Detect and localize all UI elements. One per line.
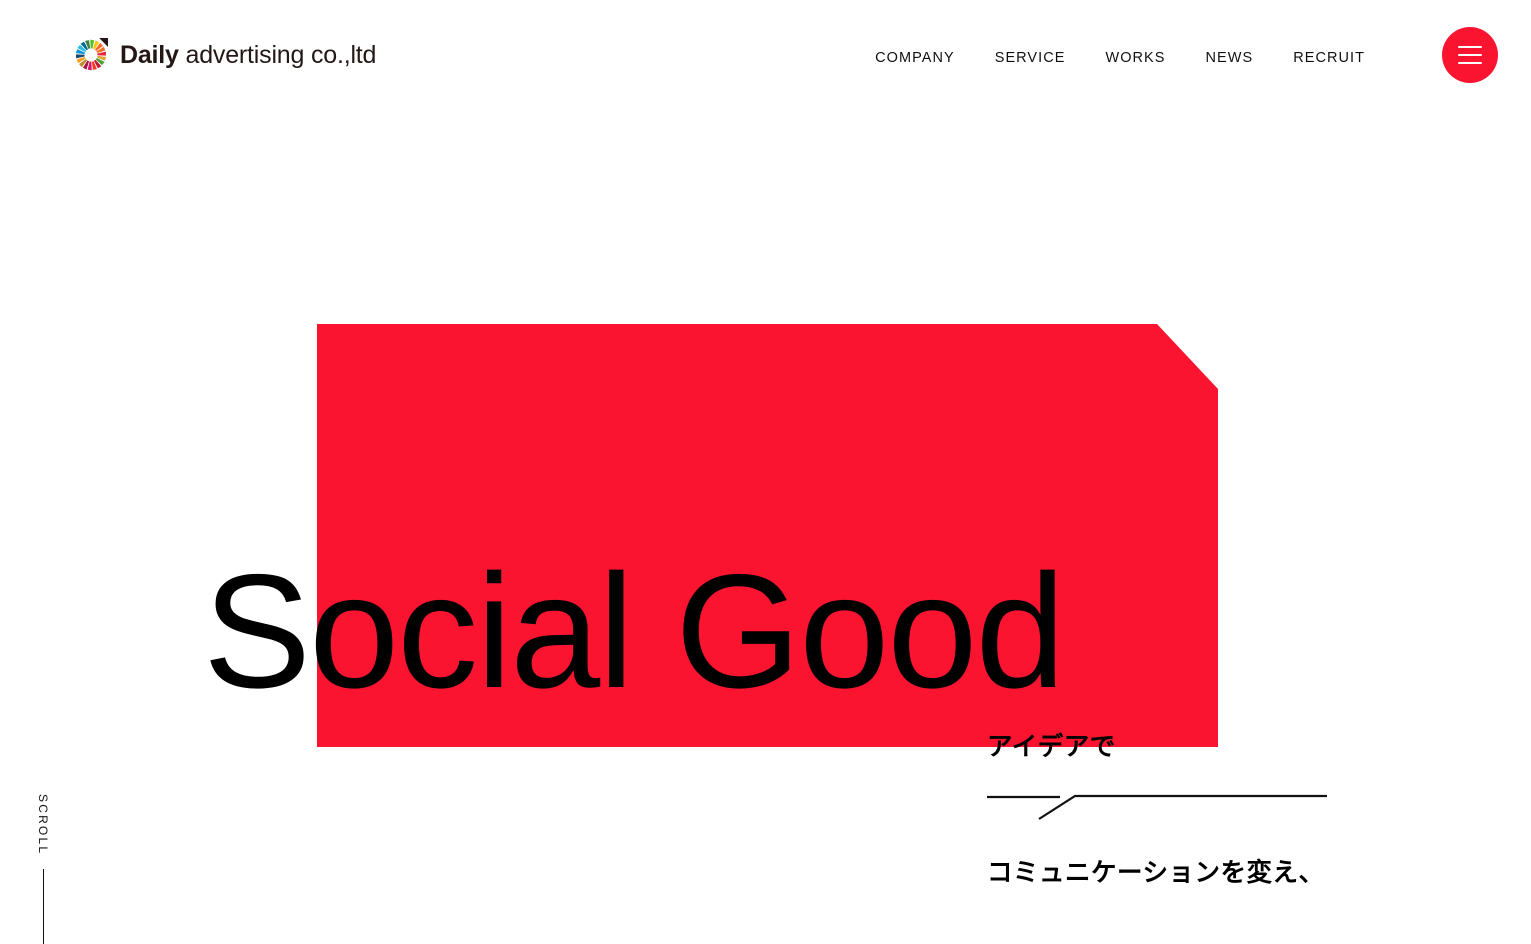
site-logo[interactable]: Daily advertising co.,ltd [74, 38, 376, 72]
hamburger-icon-line-3 [1458, 62, 1482, 64]
logo-wordmark: Daily advertising co.,ltd [120, 40, 377, 69]
scroll-indicator: SCROLL [36, 794, 50, 944]
nav-item-company[interactable]: COMPANY [855, 44, 975, 72]
hero-headline-line-1: Social Good [203, 541, 1066, 722]
hero-tagline-line-1: アイデアで [987, 733, 1116, 761]
hero-headline: Social Good & Unique [203, 222, 1066, 944]
nav-item-works[interactable]: WORKS [1085, 44, 1185, 72]
hamburger-icon-line-1 [1458, 46, 1482, 48]
sdg-wheel-icon [74, 38, 108, 72]
logo-suffix: advertising co.,ltd [178, 40, 377, 69]
hero-section: Social Good & Unique アイデアで コミュニケーションを変え、… [0, 0, 1531, 944]
scroll-line [42, 869, 44, 944]
menu-toggle-button[interactable] [1442, 27, 1498, 83]
page-root: Daily advertising co.,ltd COMPANY SERVIC… [0, 0, 1531, 944]
nav-item-recruit[interactable]: RECRUIT [1273, 44, 1385, 72]
site-header: Daily advertising co.,ltd COMPANY SERVIC… [0, 0, 1531, 112]
decorative-rule-icon [987, 794, 1327, 820]
hero-tagline-line-2: コミュニケーションを変え、 [987, 859, 1325, 887]
main-navigation: COMPANY SERVICE WORKS NEWS RECRUIT [855, 44, 1385, 72]
hamburger-icon-line-2 [1458, 54, 1482, 56]
nav-item-service[interactable]: SERVICE [975, 44, 1086, 72]
scroll-label: SCROLL [36, 794, 50, 856]
nav-item-news[interactable]: NEWS [1186, 44, 1274, 72]
logo-brand: Daily [120, 40, 179, 69]
